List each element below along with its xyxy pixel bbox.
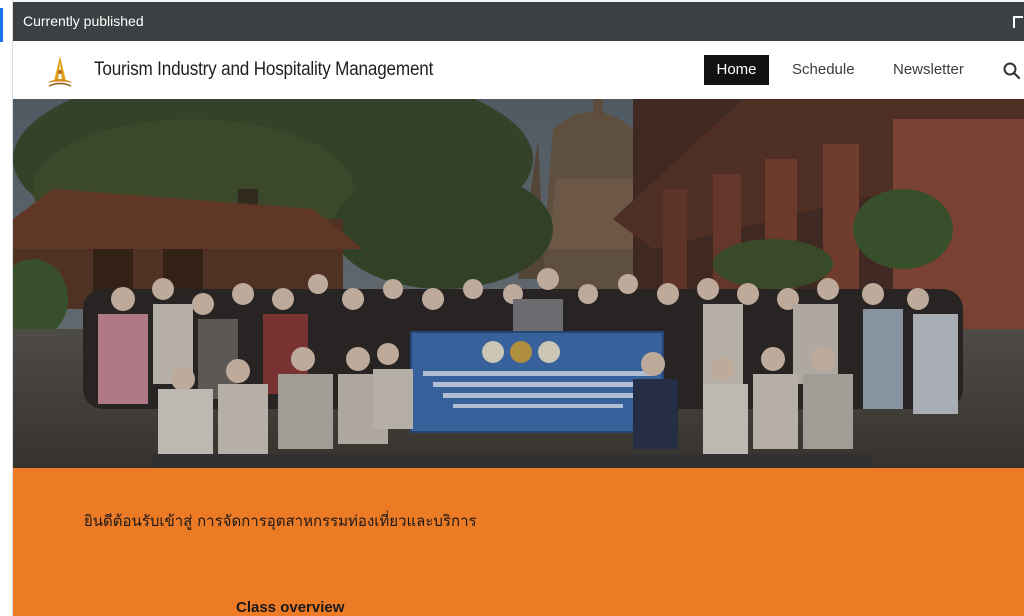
- nav-newsletter[interactable]: Newsletter: [893, 61, 964, 78]
- site-header: Tourism Industry and Hospitality Managem…: [13, 41, 1024, 99]
- site-title[interactable]: Tourism Industry and Hospitality Managem…: [94, 59, 433, 81]
- site-preview: Tourism Industry and Hospitality Managem…: [13, 41, 1024, 616]
- published-label: Currently published: [23, 13, 144, 29]
- site-logo-icon[interactable]: [43, 53, 77, 89]
- browser-frame: Currently published Tourism Industry and…: [0, 0, 1024, 616]
- expand-icon[interactable]: [1010, 14, 1024, 28]
- welcome-section: ยินดีต้อนรับเข้าสู่ การจัดการอุตสาหกรรมท…: [13, 468, 1024, 616]
- welcome-heading: ยินดีต้อนรับเข้าสู่ การจัดการอุตสาหกรรมท…: [84, 512, 477, 530]
- panel-accent: [0, 8, 3, 42]
- editor-left-panel: [0, 0, 13, 616]
- search-icon[interactable]: [1002, 61, 1022, 81]
- hero-group-photo: [13, 99, 1024, 468]
- nav-schedule[interactable]: Schedule: [792, 61, 855, 78]
- nav-home[interactable]: Home: [704, 55, 769, 85]
- class-overview-heading: Class overview: [236, 599, 345, 616]
- published-bar: Currently published: [13, 2, 1024, 41]
